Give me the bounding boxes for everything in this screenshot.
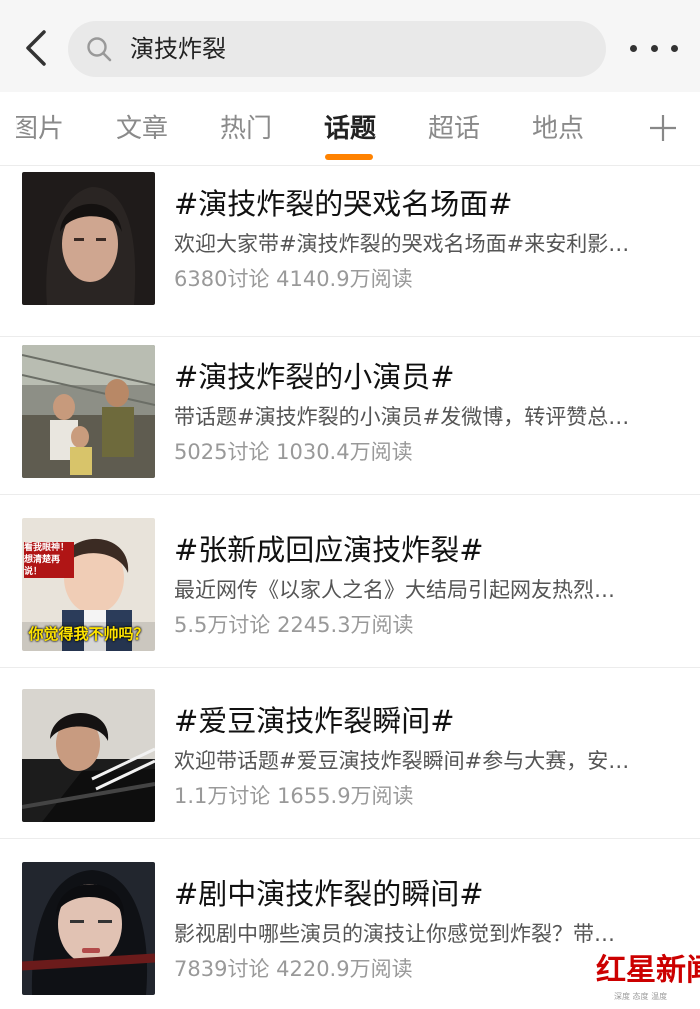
tab-images[interactable]: 图片 [16,112,64,146]
topic-title: #剧中演技炸裂的瞬间# [174,877,484,911]
watermark-text: 红星新闻 [596,953,700,988]
topic-title: #张新成回应演技炸裂# [174,533,484,567]
topic-title: #演技炸裂的小演员# [174,360,455,394]
thumbnail-caption-bottom: 你觉得我不帅吗？ [28,625,149,643]
tab-places[interactable]: 地点 [532,112,584,146]
more-dots-icon[interactable] [630,38,678,58]
plus-icon[interactable] [648,113,678,143]
topic-description: 带话题#演技炸裂的小演员#发微博，转评赞总… [174,405,630,429]
topic-stats: 5.5万讨论 2245.3万阅读 [174,613,414,637]
list-item[interactable]: #演技炸裂的哭戏名场面# 欢迎大家带#演技炸裂的哭戏名场面#来安利影… 6380… [0,166,700,337]
topic-thumbnail: 看我眼神！想清楚再说！ 你觉得我不帅吗？ [22,518,155,651]
topic-stats: 5025讨论 1030.4万阅读 [174,440,413,464]
topic-stats: 1.1万讨论 1655.9万阅读 [174,784,414,808]
topic-thumbnail [22,689,155,822]
topic-description: 欢迎带话题#爱豆演技炸裂瞬间#参与大赛，安… [174,749,630,773]
watermark-tagline: 深度 态度 温度 [614,992,668,1001]
watermark-logo: 红星新闻 深度 态度 温度 [596,953,700,1003]
topic-description: 影视剧中哪些演员的演技让你感觉到炸裂？带… [174,922,615,946]
thumbnail-caption-top: 看我眼神！想清楚再说！ [24,542,74,578]
topic-title: #演技炸裂的哭戏名场面# [174,187,513,221]
back-button[interactable] [18,28,54,68]
list-item[interactable]: #剧中演技炸裂的瞬间# 影视剧中哪些演员的演技让你感觉到炸裂？带… 7839讨论… [0,841,700,1009]
list-item[interactable]: 看我眼神！想清楚再说！ 你觉得我不帅吗？ #张新成回应演技炸裂# 最近网传《以家… [0,497,700,668]
topic-thumbnail [22,862,155,995]
topic-description: 欢迎大家带#演技炸裂的哭戏名场面#来安利影… [174,232,630,256]
active-tab-indicator [325,154,373,160]
list-item[interactable]: #爱豆演技炸裂瞬间# 欢迎带话题#爱豆演技炸裂瞬间#参与大赛，安… 1.1万讨论… [0,668,700,839]
search-input[interactable]: 演技炸裂 [68,21,606,77]
topic-thumbnail [22,172,155,305]
topic-stats: 7839讨论 4220.9万阅读 [174,957,413,981]
search-icon [87,37,112,62]
chevron-left-icon [26,30,46,66]
search-query: 演技炸裂 [130,35,226,63]
tab-hot[interactable]: 热门 [220,112,272,146]
list-item[interactable]: #演技炸裂的小演员# 带话题#演技炸裂的小演员#发微博，转评赞总… 5025讨论… [0,324,700,495]
topic-stats: 6380讨论 4140.9万阅读 [174,267,413,291]
tab-topics[interactable]: 话题 [324,112,376,146]
tab-articles[interactable]: 文章 [116,112,168,146]
tab-super-topics[interactable]: 超话 [428,112,480,146]
topic-description: 最近网传《以家人之名》大结局引起网友热烈… [174,578,615,602]
topic-thumbnail [22,345,155,478]
top-bar: 演技炸裂 [0,0,700,92]
topic-title: #爱豆演技炸裂瞬间# [174,704,455,738]
